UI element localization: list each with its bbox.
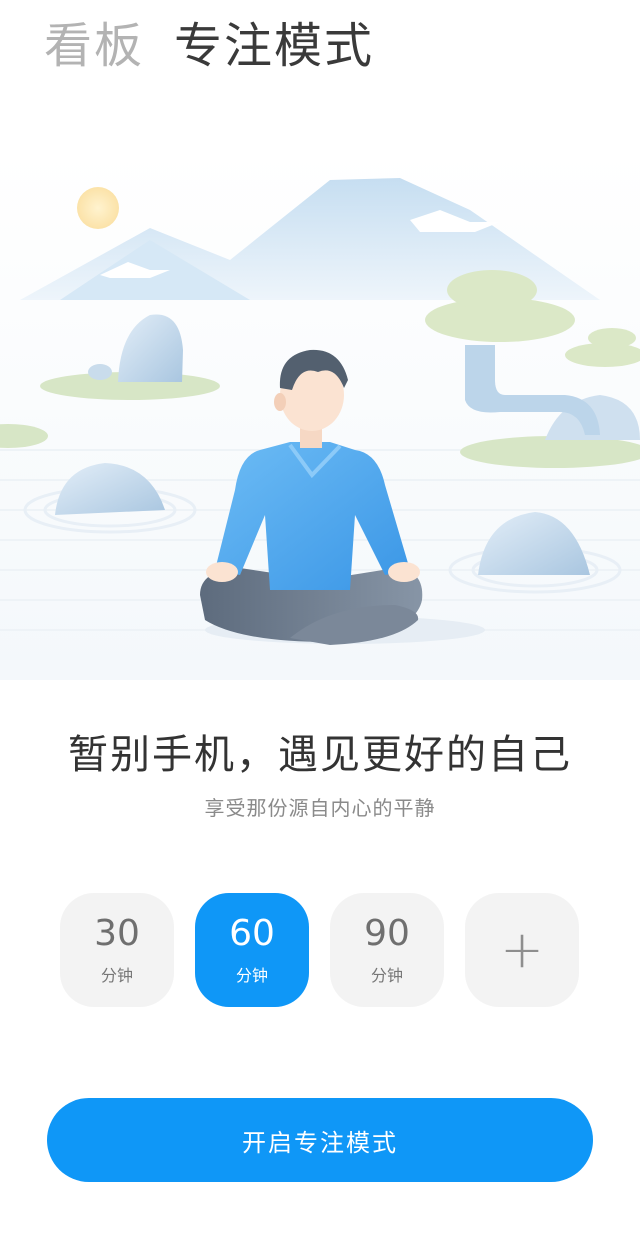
focus-mode-page: 看板 专注模式 暂别手机，遇见更好的自己 享受那份源自内心的平静 30 分钟 6… bbox=[0, 0, 640, 1246]
duration-unit: 分钟 bbox=[370, 966, 403, 985]
tab-focus-mode[interactable]: 专注模式 bbox=[174, 14, 374, 78]
headline: 暂别手机，遇见更好的自己 bbox=[68, 732, 572, 778]
subline: 享受那份源自内心的平静 bbox=[204, 796, 436, 820]
add-duration-button[interactable]: + bbox=[465, 893, 579, 1007]
meditation-illustration bbox=[0, 150, 640, 680]
duration-unit: 分钟 bbox=[100, 966, 133, 985]
duration-options: 30 分钟 60 分钟 90 分钟 + bbox=[60, 893, 579, 1007]
header-tabs: 看板 专注模式 bbox=[44, 14, 374, 78]
duration-option-90[interactable]: 90 分钟 bbox=[330, 893, 444, 1007]
duration-value: 60 bbox=[229, 913, 275, 954]
duration-value: 30 bbox=[94, 913, 140, 954]
duration-option-30[interactable]: 30 分钟 bbox=[60, 893, 174, 1007]
duration-value: 90 bbox=[364, 913, 410, 954]
plus-icon: + bbox=[500, 920, 544, 980]
duration-option-60[interactable]: 60 分钟 bbox=[195, 893, 309, 1007]
start-focus-button[interactable]: 开启专注模式 bbox=[47, 1098, 593, 1182]
duration-unit: 分钟 bbox=[235, 966, 268, 985]
tab-dashboard[interactable]: 看板 bbox=[44, 14, 144, 78]
sun-icon bbox=[77, 187, 119, 229]
